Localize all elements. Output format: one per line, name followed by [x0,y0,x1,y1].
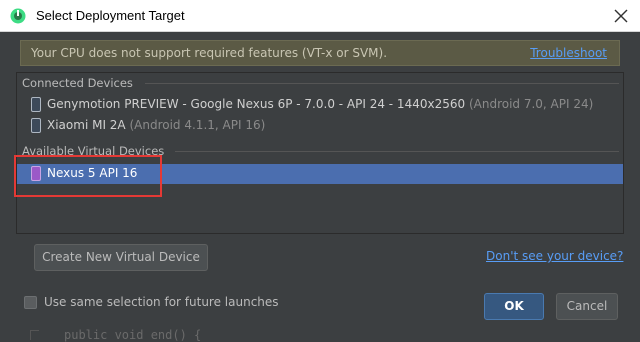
device-name: Genymotion PREVIEW - Google Nexus 6P - 7… [47,97,466,111]
phone-icon [31,97,41,112]
device-row-genymotion[interactable]: Genymotion PREVIEW - Google Nexus 6P - 7… [17,95,623,115]
divider [145,83,619,84]
title-bar: Select Deployment Target [0,0,640,32]
close-icon[interactable] [612,7,630,25]
background-code-line: public void end() { [64,328,202,342]
dialog-title: Select Deployment Target [36,8,185,23]
cancel-button[interactable]: Cancel [556,293,618,320]
warning-message: Your CPU does not support required featu… [31,46,388,60]
create-virtual-device-button[interactable]: Create New Virtual Device [34,244,208,271]
troubleshoot-link[interactable]: Troubleshoot [530,46,607,60]
divider [175,151,619,152]
cpu-warning-banner: Your CPU does not support required featu… [20,40,620,66]
available-virtual-devices-label: Available Virtual Devices [22,144,165,158]
android-studio-icon [10,8,26,24]
avd-phone-icon [31,166,41,181]
reuse-selection-label: Use same selection for future launches [44,295,279,309]
device-name: Nexus 5 API 16 [47,166,138,180]
ok-button[interactable]: OK [484,293,544,320]
reuse-selection-checkbox[interactable] [24,296,37,309]
device-version: (Android 7.0, API 24) [468,97,594,111]
connected-devices-label: Connected Devices [22,76,133,90]
device-list[interactable]: Connected Devices Genymotion PREVIEW - G… [16,72,624,234]
device-row-nexus5[interactable]: Nexus 5 API 16 [17,164,623,184]
device-row-xiaomi[interactable]: Xiaomi MI 2A (Android 4.1.1, API 16) [17,116,623,136]
device-name: Xiaomi MI 2A [47,118,126,132]
phone-icon [31,118,41,133]
dont-see-device-link[interactable]: Don't see your device? [486,249,623,263]
device-version: (Android 4.1.1, API 16) [129,118,266,132]
